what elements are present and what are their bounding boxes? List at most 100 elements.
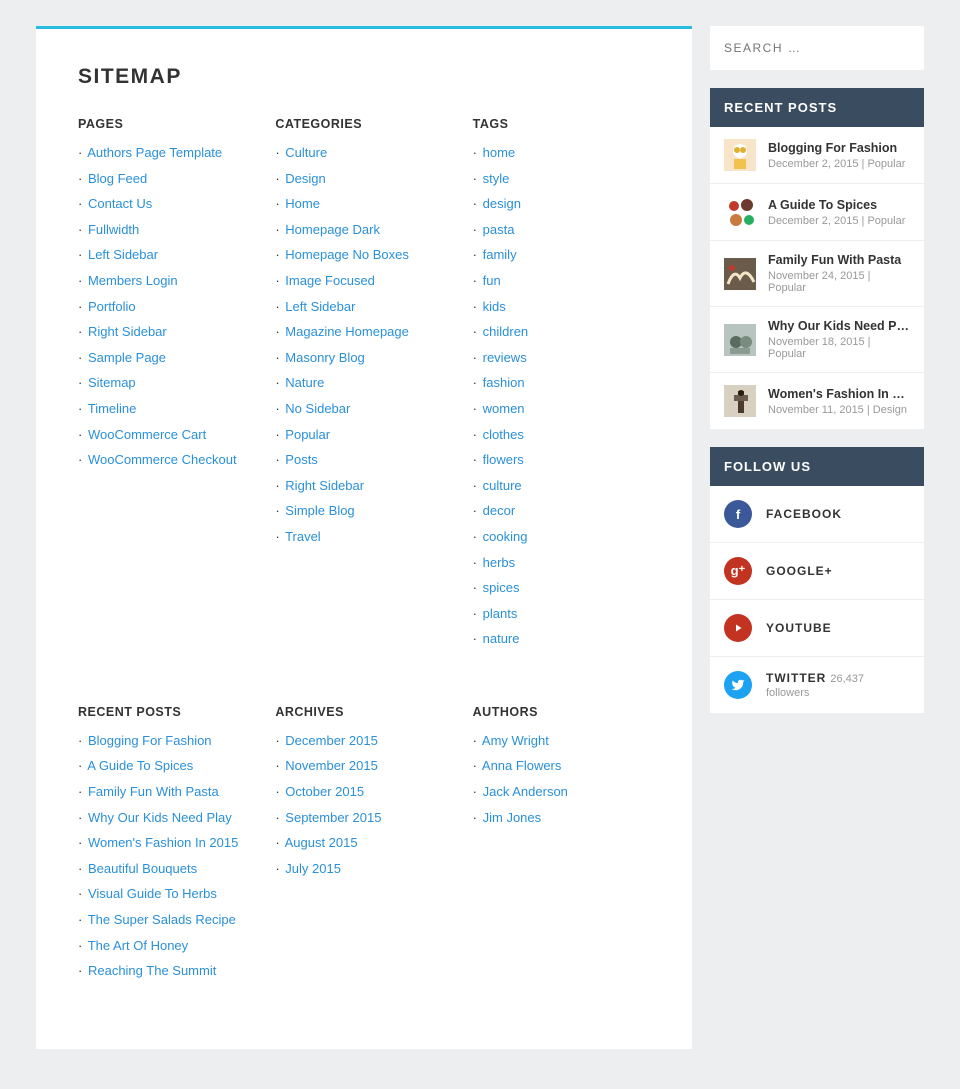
bullet: · bbox=[473, 375, 477, 390]
link-reviews[interactable]: reviews bbox=[483, 350, 527, 365]
link-family-fun-with-pasta[interactable]: Family Fun With Pasta bbox=[88, 784, 219, 799]
link-homepage-dark[interactable]: Homepage Dark bbox=[285, 222, 380, 237]
link-anna-flowers[interactable]: Anna Flowers bbox=[482, 758, 561, 773]
link-woocommerce-checkout[interactable]: WooCommerce Checkout bbox=[88, 452, 237, 467]
link-fashion[interactable]: fashion bbox=[483, 375, 525, 390]
link-beautiful-bouquets[interactable]: Beautiful Bouquets bbox=[88, 861, 197, 876]
list-item: · September 2015 bbox=[275, 810, 452, 826]
link-design[interactable]: design bbox=[483, 196, 521, 211]
link-left-sidebar[interactable]: Left Sidebar bbox=[88, 247, 158, 262]
link-contact-us[interactable]: Contact Us bbox=[88, 196, 152, 211]
link-culture[interactable]: Culture bbox=[285, 145, 327, 160]
link-left-sidebar[interactable]: Left Sidebar bbox=[285, 299, 355, 314]
link-sitemap[interactable]: Sitemap bbox=[88, 375, 136, 390]
link-reaching-the-summit[interactable]: Reaching The Summit bbox=[88, 963, 216, 978]
link-travel[interactable]: Travel bbox=[285, 529, 321, 544]
recent-posts-widget: RECENT POSTS Blogging For FashionDecembe… bbox=[710, 88, 924, 429]
list-item: · Contact Us bbox=[78, 196, 255, 212]
link-image-focused[interactable]: Image Focused bbox=[285, 273, 375, 288]
follow-item-google[interactable]: g⁺GOOGLE+ bbox=[710, 543, 924, 600]
link-clothes[interactable]: clothes bbox=[483, 427, 524, 442]
link-nature[interactable]: Nature bbox=[285, 375, 324, 390]
bullet: · bbox=[78, 196, 82, 211]
list-item: · Family Fun With Pasta bbox=[78, 784, 255, 800]
link-the-art-of-honey[interactable]: The Art Of Honey bbox=[88, 938, 188, 953]
recent-post-item[interactable]: Women's Fashion In 2015November 11, 2015… bbox=[710, 373, 924, 429]
follow-item-twitter[interactable]: TWITTER26,437 followers bbox=[710, 657, 924, 713]
link-jack-anderson[interactable]: Jack Anderson bbox=[483, 784, 568, 799]
link-december-2015[interactable]: December 2015 bbox=[285, 733, 378, 748]
link-november-2015[interactable]: November 2015 bbox=[285, 758, 378, 773]
link-members-login[interactable]: Members Login bbox=[88, 273, 178, 288]
link-the-super-salads-recipe[interactable]: The Super Salads Recipe bbox=[88, 912, 236, 927]
list-item: · Homepage Dark bbox=[275, 222, 452, 238]
follow-item-youtube[interactable]: YOUTUBE bbox=[710, 600, 924, 657]
link-sample-page[interactable]: Sample Page bbox=[88, 350, 166, 365]
link-woocommerce-cart[interactable]: WooCommerce Cart bbox=[88, 427, 206, 442]
link-style[interactable]: style bbox=[483, 171, 510, 186]
bullet: · bbox=[473, 427, 477, 442]
recent-post-item[interactable]: Blogging For FashionDecember 2, 2015 | P… bbox=[710, 127, 924, 184]
link-spices[interactable]: spices bbox=[483, 580, 520, 595]
bullet: · bbox=[473, 324, 477, 339]
link-popular[interactable]: Popular bbox=[285, 427, 330, 442]
link-decor[interactable]: decor bbox=[483, 503, 516, 518]
recent-post-item[interactable]: A Guide To SpicesDecember 2, 2015 | Popu… bbox=[710, 184, 924, 241]
link-right-sidebar[interactable]: Right Sidebar bbox=[285, 478, 364, 493]
link-pasta[interactable]: pasta bbox=[483, 222, 515, 237]
link-family[interactable]: family bbox=[483, 247, 517, 262]
link-visual-guide-to-herbs[interactable]: Visual Guide To Herbs bbox=[88, 886, 217, 901]
link-home[interactable]: Home bbox=[285, 196, 320, 211]
list-item: · Jack Anderson bbox=[473, 784, 650, 800]
link-masonry-blog[interactable]: Masonry Blog bbox=[285, 350, 364, 365]
link-home[interactable]: home bbox=[483, 145, 516, 160]
link-jim-jones[interactable]: Jim Jones bbox=[483, 810, 542, 825]
link-women[interactable]: women bbox=[483, 401, 525, 416]
link-plants[interactable]: plants bbox=[483, 606, 518, 621]
link-fullwidth[interactable]: Fullwidth bbox=[88, 222, 139, 237]
link-portfolio[interactable]: Portfolio bbox=[88, 299, 136, 314]
link-right-sidebar[interactable]: Right Sidebar bbox=[88, 324, 167, 339]
link-blog-feed[interactable]: Blog Feed bbox=[88, 171, 147, 186]
link-magazine-homepage[interactable]: Magazine Homepage bbox=[285, 324, 409, 339]
follow-item-facebook[interactable]: fFACEBOOK bbox=[710, 486, 924, 543]
link-women-s-fashion-in-2015[interactable]: Women's Fashion In 2015 bbox=[88, 835, 238, 850]
search-input[interactable] bbox=[724, 41, 910, 55]
link-amy-wright[interactable]: Amy Wright bbox=[482, 733, 549, 748]
link-a-guide-to-spices[interactable]: A Guide To Spices bbox=[87, 758, 193, 773]
section-title-recent-posts: RECENT POSTS bbox=[78, 705, 255, 719]
link-july-2015[interactable]: July 2015 bbox=[285, 861, 341, 876]
bullet: · bbox=[473, 247, 477, 262]
bullet: · bbox=[78, 963, 82, 978]
widget-header-follow: FOLLOW US bbox=[710, 447, 924, 486]
recent-post-item[interactable]: Why Our Kids Need PlayNovember 18, 2015 … bbox=[710, 307, 924, 373]
link-herbs[interactable]: herbs bbox=[483, 555, 516, 570]
link-september-2015[interactable]: September 2015 bbox=[285, 810, 381, 825]
link-october-2015[interactable]: October 2015 bbox=[285, 784, 364, 799]
link-culture[interactable]: culture bbox=[483, 478, 522, 493]
bullet: · bbox=[473, 758, 477, 773]
link-cooking[interactable]: cooking bbox=[483, 529, 528, 544]
link-august-2015[interactable]: August 2015 bbox=[285, 835, 358, 850]
link-list: · Amy Wright· Anna Flowers· Jack Anderso… bbox=[473, 733, 650, 825]
link-kids[interactable]: kids bbox=[483, 299, 506, 314]
link-blogging-for-fashion[interactable]: Blogging For Fashion bbox=[88, 733, 212, 748]
link-no-sidebar[interactable]: No Sidebar bbox=[285, 401, 350, 416]
list-item: · August 2015 bbox=[275, 835, 452, 851]
bullet: · bbox=[473, 196, 477, 211]
link-children[interactable]: children bbox=[483, 324, 529, 339]
link-simple-blog[interactable]: Simple Blog bbox=[285, 503, 354, 518]
link-flowers[interactable]: flowers bbox=[483, 452, 524, 467]
recent-post-item[interactable]: Family Fun With PastaNovember 24, 2015 |… bbox=[710, 241, 924, 307]
link-posts[interactable]: Posts bbox=[285, 452, 318, 467]
link-why-our-kids-need-play[interactable]: Why Our Kids Need Play bbox=[88, 810, 232, 825]
top-col-pages: PAGES· Authors Page Template· Blog Feed·… bbox=[78, 117, 255, 657]
follow-label: FACEBOOK bbox=[766, 507, 842, 521]
bullet: · bbox=[78, 247, 82, 262]
link-timeline[interactable]: Timeline bbox=[88, 401, 137, 416]
link-authors-page-template[interactable]: Authors Page Template bbox=[87, 145, 222, 160]
link-design[interactable]: Design bbox=[285, 171, 325, 186]
link-fun[interactable]: fun bbox=[483, 273, 501, 288]
link-nature[interactable]: nature bbox=[483, 631, 520, 646]
link-homepage-no-boxes[interactable]: Homepage No Boxes bbox=[285, 247, 409, 262]
